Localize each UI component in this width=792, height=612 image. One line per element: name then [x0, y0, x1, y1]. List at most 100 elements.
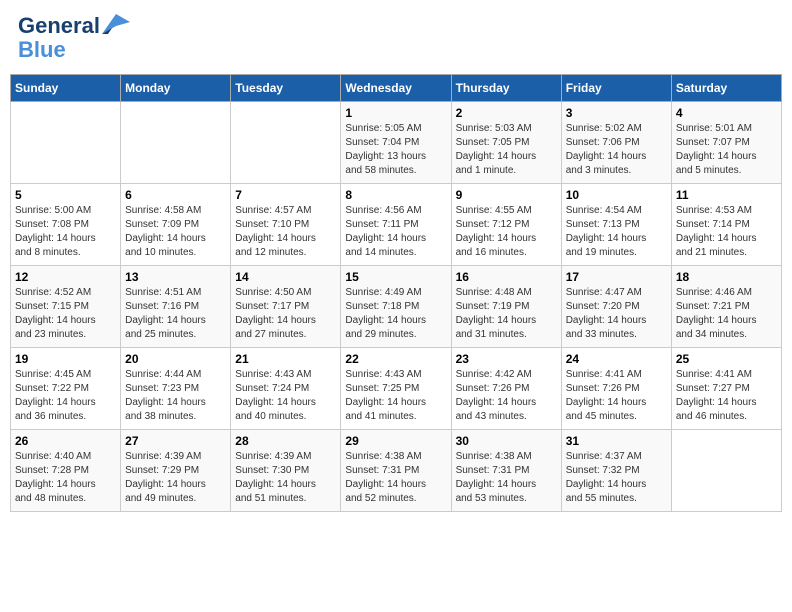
calendar-cell: 24Sunrise: 4:41 AMSunset: 7:26 PMDayligh… — [561, 348, 671, 430]
weekday-header-saturday: Saturday — [671, 75, 781, 102]
calendar-week-3: 12 Sunrise: 4:52 AMSunset: 7:15 PMDayligh… — [11, 266, 782, 348]
logo-blue-text: Blue — [18, 38, 130, 62]
day-number: 20 — [125, 352, 226, 366]
day-info: Sunrise: 4:55 AMSunset: 7:12 PMDaylight:… — [456, 204, 557, 260]
day-info: Sunrise: 4:53 AMSunset: 7:14 PMDaylight:… — [676, 204, 777, 260]
calendar-cell: 5 Sunrise: 5:00 AMSunset: 7:08 PMDaylight… — [11, 184, 121, 266]
day-number: 21 — [235, 352, 336, 366]
weekday-header-monday: Monday — [121, 75, 231, 102]
day-info: Sunrise: 4:41 AMSunset: 7:26 PMDaylight:… — [566, 368, 667, 424]
day-info: Sunrise: 4:43 AMSunset: 7:24 PMDaylight:… — [235, 368, 336, 424]
calendar-cell: 11 Sunrise: 4:53 AMSunset: 7:14 PMDayligh… — [671, 184, 781, 266]
day-info: Sunrise: 4:43 AMSunset: 7:25 PMDaylight:… — [345, 368, 446, 424]
day-info: Sunrise: 4:49 AMSunset: 7:18 PMDaylight:… — [345, 286, 446, 342]
day-number: 12 — [15, 270, 116, 284]
weekday-header-tuesday: Tuesday — [231, 75, 341, 102]
day-info: Sunrise: 4:54 AMSunset: 7:13 PMDaylight:… — [566, 204, 667, 260]
calendar-cell — [231, 102, 341, 184]
day-info: Sunrise: 4:52 AMSunset: 7:15 PMDaylight:… — [15, 286, 116, 342]
logo: General Blue — [18, 14, 130, 62]
day-number: 31 — [566, 434, 667, 448]
day-number: 17 — [566, 270, 667, 284]
day-number: 14 — [235, 270, 336, 284]
day-info: Sunrise: 4:58 AMSunset: 7:09 PMDaylight:… — [125, 204, 226, 260]
weekday-header-thursday: Thursday — [451, 75, 561, 102]
day-number: 22 — [345, 352, 446, 366]
day-number: 10 — [566, 188, 667, 202]
calendar-cell: 10 Sunrise: 4:54 AMSunset: 7:13 PMDayligh… — [561, 184, 671, 266]
calendar-cell: 1 Sunrise: 5:05 AMSunset: 7:04 PMDaylight… — [341, 102, 451, 184]
day-info: Sunrise: 4:47 AMSunset: 7:20 PMDaylight:… — [566, 286, 667, 342]
day-info: Sunrise: 4:45 AMSunset: 7:22 PMDaylight:… — [15, 368, 116, 424]
calendar-cell: 6 Sunrise: 4:58 AMSunset: 7:09 PMDaylight… — [121, 184, 231, 266]
calendar-cell: 30 Sunrise: 4:38 AMSunset: 7:31 PMDayligh… — [451, 430, 561, 512]
day-number: 9 — [456, 188, 557, 202]
day-info: Sunrise: 5:01 AMSunset: 7:07 PMDaylight:… — [676, 122, 777, 178]
day-info: Sunrise: 4:46 AMSunset: 7:21 PMDaylight:… — [676, 286, 777, 342]
day-number: 7 — [235, 188, 336, 202]
calendar-cell: 26 Sunrise: 4:40 AMSunset: 7:28 PMDayligh… — [11, 430, 121, 512]
day-info: Sunrise: 5:00 AMSunset: 7:08 PMDaylight:… — [15, 204, 116, 260]
calendar-cell: 9 Sunrise: 4:55 AMSunset: 7:12 PMDaylight… — [451, 184, 561, 266]
calendar-cell: 4 Sunrise: 5:01 AMSunset: 7:07 PMDaylight… — [671, 102, 781, 184]
day-info: Sunrise: 4:50 AMSunset: 7:17 PMDaylight:… — [235, 286, 336, 342]
calendar-week-5: 26 Sunrise: 4:40 AMSunset: 7:28 PMDayligh… — [11, 430, 782, 512]
day-number: 23 — [456, 352, 557, 366]
calendar-cell: 27 Sunrise: 4:39 AMSunset: 7:29 PMDayligh… — [121, 430, 231, 512]
calendar-cell: 13Sunrise: 4:51 AMSunset: 7:16 PMDayligh… — [121, 266, 231, 348]
day-number: 26 — [15, 434, 116, 448]
day-info: Sunrise: 4:37 AMSunset: 7:32 PMDaylight:… — [566, 450, 667, 506]
calendar-cell: 18Sunrise: 4:46 AMSunset: 7:21 PMDayligh… — [671, 266, 781, 348]
day-number: 16 — [456, 270, 557, 284]
day-info: Sunrise: 4:44 AMSunset: 7:23 PMDaylight:… — [125, 368, 226, 424]
day-info: Sunrise: 4:38 AMSunset: 7:31 PMDaylight:… — [456, 450, 557, 506]
day-info: Sunrise: 5:05 AMSunset: 7:04 PMDaylight:… — [345, 122, 446, 178]
calendar-cell: 20 Sunrise: 4:44 AMSunset: 7:23 PMDayligh… — [121, 348, 231, 430]
calendar-cell: 8 Sunrise: 4:56 AMSunset: 7:11 PMDaylight… — [341, 184, 451, 266]
day-number: 13 — [125, 270, 226, 284]
day-number: 29 — [345, 434, 446, 448]
day-number: 25 — [676, 352, 777, 366]
calendar-cell: 28 Sunrise: 4:39 AMSunset: 7:30 PMDayligh… — [231, 430, 341, 512]
calendar-week-1: 1 Sunrise: 5:05 AMSunset: 7:04 PMDaylight… — [11, 102, 782, 184]
day-info: Sunrise: 4:39 AMSunset: 7:30 PMDaylight:… — [235, 450, 336, 506]
day-number: 15 — [345, 270, 446, 284]
calendar-cell: 14 Sunrise: 4:50 AMSunset: 7:17 PMDayligh… — [231, 266, 341, 348]
calendar-cell: 15 Sunrise: 4:49 AMSunset: 7:18 PMDayligh… — [341, 266, 451, 348]
day-info: Sunrise: 4:42 AMSunset: 7:26 PMDaylight:… — [456, 368, 557, 424]
calendar-table: SundayMondayTuesdayWednesdayThursdayFrid… — [10, 74, 782, 512]
day-number: 28 — [235, 434, 336, 448]
day-info: Sunrise: 4:56 AMSunset: 7:11 PMDaylight:… — [345, 204, 446, 260]
calendar-cell: 19 Sunrise: 4:45 AMSunset: 7:22 PMDayligh… — [11, 348, 121, 430]
day-number: 19 — [15, 352, 116, 366]
day-number: 11 — [676, 188, 777, 202]
calendar-cell: 22 Sunrise: 4:43 AMSunset: 7:25 PMDayligh… — [341, 348, 451, 430]
logo-icon — [102, 14, 130, 34]
calendar-cell: 25Sunrise: 4:41 AMSunset: 7:27 PMDayligh… — [671, 348, 781, 430]
day-number: 4 — [676, 106, 777, 120]
day-info: Sunrise: 5:03 AMSunset: 7:05 PMDaylight:… — [456, 122, 557, 178]
day-number: 30 — [456, 434, 557, 448]
calendar-cell: 21 Sunrise: 4:43 AMSunset: 7:24 PMDayligh… — [231, 348, 341, 430]
weekday-header-sunday: Sunday — [11, 75, 121, 102]
day-info: Sunrise: 4:57 AMSunset: 7:10 PMDaylight:… — [235, 204, 336, 260]
calendar-cell — [121, 102, 231, 184]
day-number: 5 — [15, 188, 116, 202]
page-header: General Blue — [10, 10, 782, 66]
calendar-cell: 29 Sunrise: 4:38 AMSunset: 7:31 PMDayligh… — [341, 430, 451, 512]
calendar-cell: 2Sunrise: 5:03 AMSunset: 7:05 PMDaylight… — [451, 102, 561, 184]
day-info: Sunrise: 4:40 AMSunset: 7:28 PMDaylight:… — [15, 450, 116, 506]
calendar-cell — [671, 430, 781, 512]
day-info: Sunrise: 4:48 AMSunset: 7:19 PMDaylight:… — [456, 286, 557, 342]
day-info: Sunrise: 4:38 AMSunset: 7:31 PMDaylight:… — [345, 450, 446, 506]
calendar-cell: 12 Sunrise: 4:52 AMSunset: 7:15 PMDayligh… — [11, 266, 121, 348]
calendar-week-2: 5 Sunrise: 5:00 AMSunset: 7:08 PMDaylight… — [11, 184, 782, 266]
logo-text: General — [18, 14, 100, 38]
day-number: 27 — [125, 434, 226, 448]
day-number: 6 — [125, 188, 226, 202]
day-info: Sunrise: 4:39 AMSunset: 7:29 PMDaylight:… — [125, 450, 226, 506]
calendar-week-4: 19 Sunrise: 4:45 AMSunset: 7:22 PMDayligh… — [11, 348, 782, 430]
day-number: 1 — [345, 106, 446, 120]
weekday-header-friday: Friday — [561, 75, 671, 102]
day-number: 8 — [345, 188, 446, 202]
